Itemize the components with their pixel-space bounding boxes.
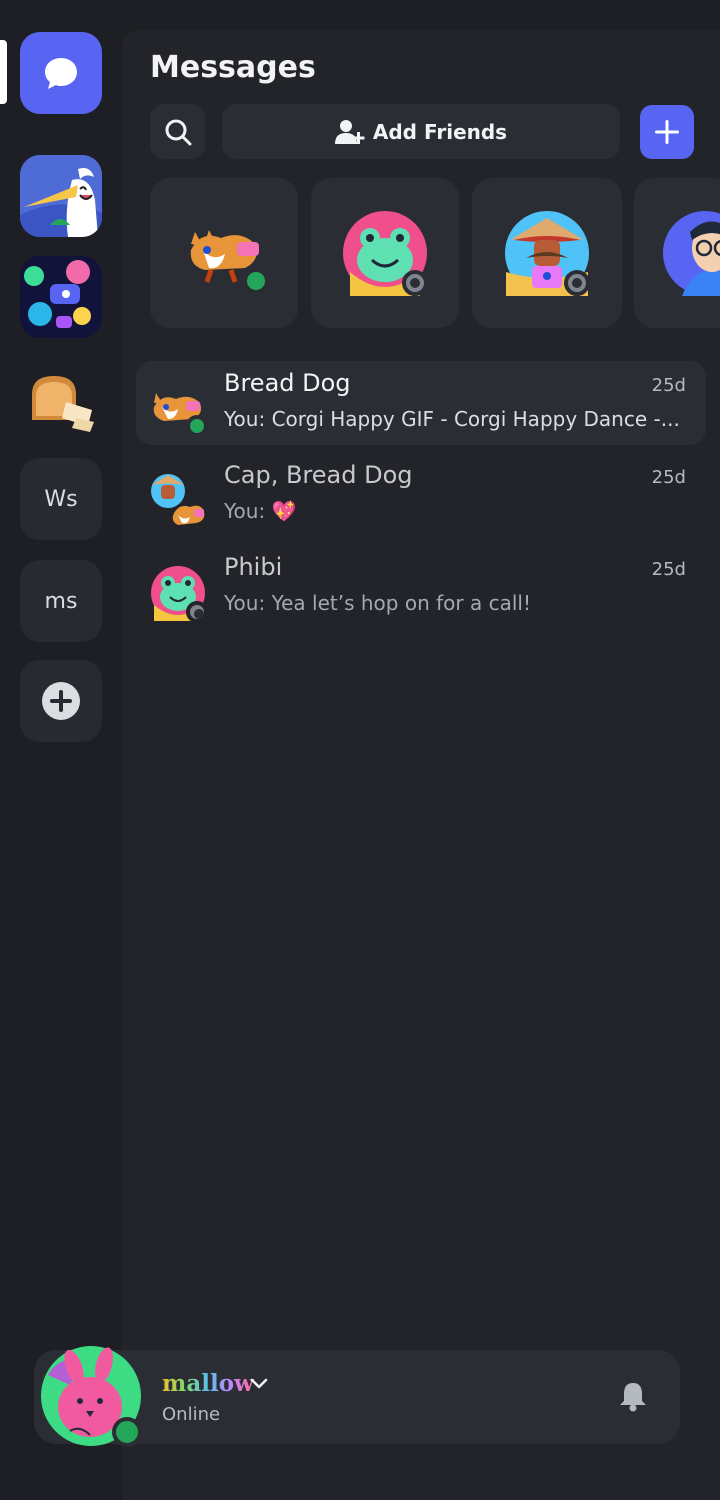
- username: mallow: [162, 1370, 254, 1397]
- plus-icon: [655, 120, 679, 144]
- dm-row-cap-bread-dog[interactable]: Cap, Bread Dog 25d You: 💖: [136, 453, 706, 537]
- dm-name: Phibi: [224, 553, 283, 581]
- dm-row-phibi[interactable]: Phibi 25d You: Yea let’s hop on for a ca…: [136, 545, 706, 629]
- server-ws[interactable]: Ws: [20, 458, 102, 540]
- status-offline-indicator: [186, 601, 208, 623]
- bell-icon: [620, 1383, 646, 1412]
- add-friends-button[interactable]: Add Friends: [222, 104, 620, 159]
- status-offline-indicator: [564, 270, 590, 296]
- server-ws-label: Ws: [44, 486, 78, 512]
- group-dm-avatar: [151, 474, 205, 525]
- user-avatar[interactable]: [40, 1345, 142, 1447]
- dm-timestamp: 25d: [651, 559, 686, 580]
- add-friend-icon: [334, 119, 365, 144]
- dm-timestamp: 25d: [651, 375, 686, 396]
- server-bird[interactable]: [20, 155, 102, 237]
- dm-preview: You: 💖: [224, 499, 297, 523]
- search-button[interactable]: [150, 104, 205, 159]
- account-switcher-button[interactable]: [248, 1372, 270, 1398]
- status-online-indicator: [112, 1417, 142, 1447]
- server-art[interactable]: [20, 256, 102, 338]
- dm-avatar: [150, 381, 208, 437]
- chevron-down-icon: [250, 1378, 268, 1389]
- status-offline-indicator: [402, 270, 428, 296]
- dm-name: Bread Dog: [224, 369, 351, 397]
- add-server-button[interactable]: [20, 660, 102, 742]
- dm-row-bread-dog[interactable]: Bread Dog 25d You: Corgi Happy GIF - Cor…: [136, 361, 706, 445]
- server-ms[interactable]: ms: [20, 560, 102, 642]
- art-server-icon: [20, 256, 102, 338]
- server-rail: Ws ms: [0, 0, 120, 1500]
- bird-server-icon: [20, 155, 102, 237]
- status-online-indicator: [243, 268, 269, 294]
- selected-indicator: [0, 40, 7, 104]
- search-icon: [165, 119, 191, 145]
- dm-preview: You: Yea let’s hop on for a call!: [224, 591, 531, 615]
- group-avatar: [150, 473, 206, 529]
- status-online-indicator: [186, 415, 208, 437]
- new-message-button[interactable]: [640, 105, 694, 159]
- dm-name: Cap, Bread Dog: [224, 461, 413, 489]
- add-friends-label: Add Friends: [372, 119, 508, 144]
- dm-timestamp: 25d: [651, 467, 686, 488]
- server-ms-label: ms: [44, 588, 78, 614]
- friend-card-cap[interactable]: [472, 178, 622, 328]
- friend-card-frog[interactable]: [311, 178, 459, 328]
- plus-icon: [42, 682, 80, 720]
- friend-card-glasses[interactable]: [634, 178, 720, 328]
- dm-preview: You: Corgi Happy GIF - Corgi Happy Dance…: [224, 407, 680, 431]
- friend-card-corgi[interactable]: [150, 178, 298, 328]
- bread-server-icon: [32, 376, 94, 432]
- user-status: Online: [162, 1404, 221, 1425]
- chat-bubble-icon: [45, 58, 77, 89]
- direct-messages-button[interactable]: [20, 32, 102, 114]
- page-title: Messages: [150, 50, 316, 85]
- server-bread[interactable]: [20, 358, 102, 440]
- notifications-button[interactable]: [618, 1380, 648, 1416]
- dm-avatar: [150, 565, 208, 623]
- glasses-avatar: [663, 211, 720, 296]
